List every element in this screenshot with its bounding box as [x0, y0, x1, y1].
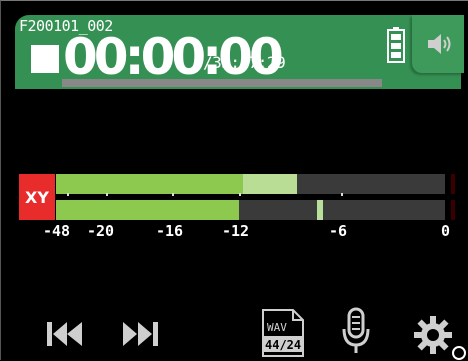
scale-label: -12 — [222, 222, 250, 240]
scale-tick — [239, 193, 241, 196]
scale-label: -48 — [43, 222, 71, 240]
level-fill-right — [56, 200, 239, 220]
fast-forward-button[interactable] — [121, 319, 161, 349]
gear-icon — [414, 316, 452, 354]
clip-indicator-left — [451, 174, 455, 194]
speaker-toggle[interactable] — [412, 15, 464, 73]
scale-label: -16 — [156, 222, 184, 240]
recorder-screen: F200101_002 00:00:00 /33:47:29 XY -48 -2… — [0, 0, 468, 360]
scale-tick — [172, 193, 174, 196]
level-meter-left — [56, 174, 445, 194]
cursor-icon — [452, 346, 466, 360]
scale-tick — [106, 193, 108, 196]
microphone-icon — [342, 307, 370, 353]
remaining-time: /33:47:29 — [203, 53, 286, 72]
level-meter-right — [56, 200, 445, 220]
rewind-icon — [47, 322, 82, 346]
file-format-button[interactable]: WAV 44/24 — [259, 308, 307, 358]
microphone-button[interactable] — [341, 307, 371, 355]
scale-tick — [341, 193, 343, 196]
stop-icon — [31, 45, 59, 73]
settings-button[interactable] — [413, 315, 453, 355]
file-format-icon: WAV 44/24 — [262, 309, 304, 357]
level-fill-left — [56, 174, 243, 194]
input-label: XY — [19, 174, 55, 220]
peak-hold-right — [316, 200, 323, 220]
scale-label: 0 — [441, 222, 451, 240]
fast-forward-icon — [123, 322, 158, 346]
clip-indicator-right — [451, 200, 455, 220]
rewind-button[interactable] — [45, 319, 85, 349]
format-label-wav: WAV — [267, 321, 287, 334]
recording-header: F200101_002 00:00:00 /33:47:29 — [15, 15, 464, 89]
scale-label: -20 — [87, 222, 115, 240]
speaker-icon — [428, 34, 451, 54]
recording-progress-bar — [62, 79, 382, 87]
battery-icon — [387, 27, 405, 63]
format-label-rate: 44/24 — [265, 338, 301, 352]
scale-tick — [67, 193, 69, 196]
peak-hold-left — [242, 174, 298, 194]
scale-label: -6 — [329, 222, 348, 240]
